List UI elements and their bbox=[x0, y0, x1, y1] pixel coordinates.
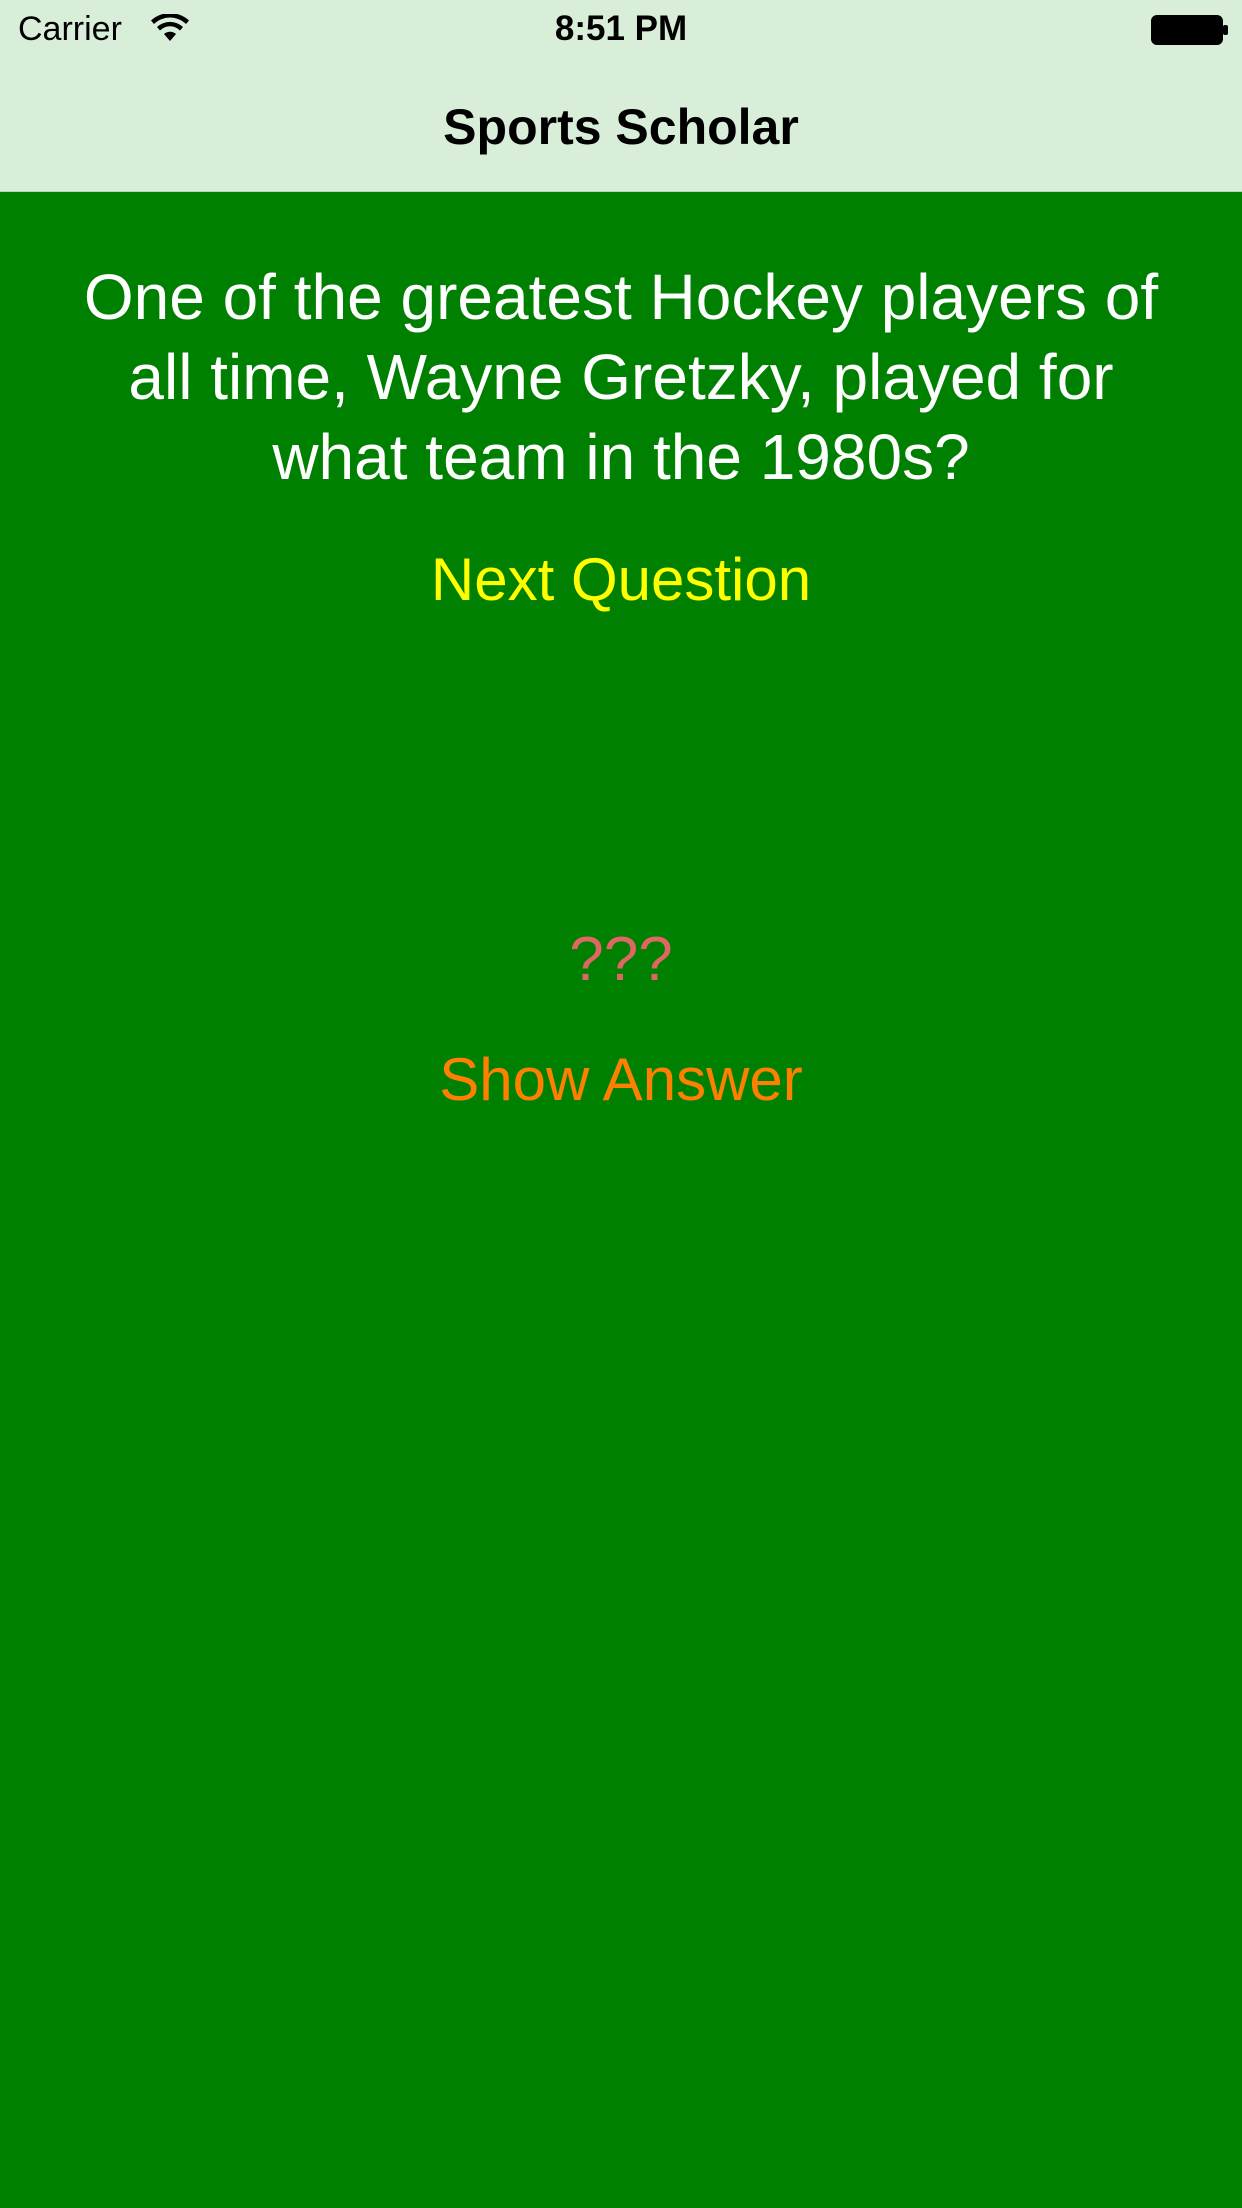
show-answer-button[interactable]: Show Answer bbox=[371, 1040, 871, 1120]
status-time: 8:51 PM bbox=[554, 9, 688, 48]
app-screen: Carrier 8:51 PM Sports Scholar One of th… bbox=[0, 0, 1242, 2208]
nav-title: Sports Scholar bbox=[443, 99, 799, 155]
next-question-button[interactable]: Next Question bbox=[371, 540, 871, 620]
question-text: One of the greatest Hockey players of al… bbox=[83, 261, 1159, 493]
navigation-header: Carrier 8:51 PM Sports Scholar bbox=[0, 0, 1242, 192]
battery-full-icon bbox=[1151, 15, 1228, 45]
answer-label: ??? bbox=[569, 925, 673, 994]
status-bar: Carrier 8:51 PM bbox=[0, 0, 1242, 60]
